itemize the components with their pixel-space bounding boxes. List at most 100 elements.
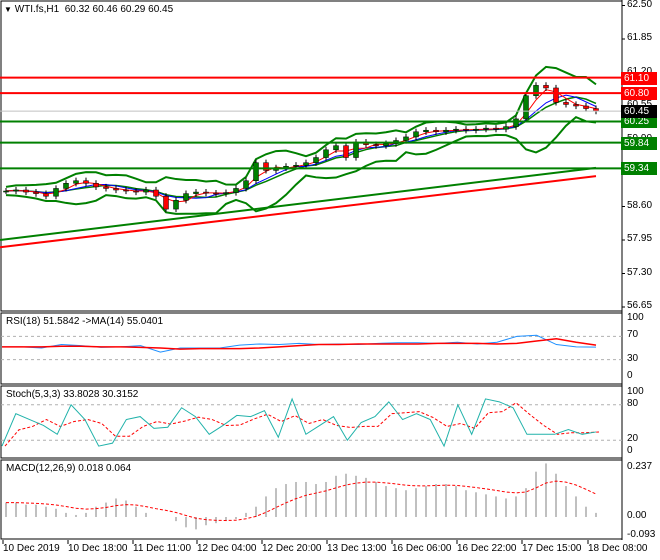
candle-body xyxy=(293,165,299,167)
candle-body xyxy=(203,191,209,194)
candle-body xyxy=(583,105,589,109)
rsi-tick: 70 xyxy=(627,329,639,341)
candle-body xyxy=(543,85,549,89)
candle-body xyxy=(83,180,89,184)
stoch-tick: 20 xyxy=(627,433,639,445)
candle-body xyxy=(473,128,479,131)
candle-body xyxy=(183,193,189,201)
candle-body xyxy=(43,193,49,197)
price-tick: 57.30 xyxy=(627,266,653,278)
candle-body xyxy=(193,191,199,194)
level-label: 61.10 xyxy=(621,71,657,85)
candle-body xyxy=(103,186,109,189)
rsi-tick: 30 xyxy=(627,352,639,364)
level-label: 60.80 xyxy=(621,87,657,101)
candle-body xyxy=(123,189,129,192)
candle-body xyxy=(573,104,579,107)
price-tick: 58.60 xyxy=(627,199,653,211)
macd-tick: 0.00 xyxy=(627,510,647,521)
candle-body xyxy=(433,129,439,133)
candle-body xyxy=(503,126,509,130)
time-label: 17 Dec 15:00 xyxy=(522,543,582,554)
level-label: 59.34 xyxy=(621,162,657,176)
stoch-tick: 100 xyxy=(627,386,644,397)
candle-body xyxy=(33,191,39,194)
candle-body xyxy=(53,188,59,197)
candle-body xyxy=(333,145,339,151)
candle-body xyxy=(373,144,379,146)
candle-body xyxy=(303,162,309,166)
candle-body xyxy=(3,190,9,193)
current-price-label: 60.45 xyxy=(621,105,657,119)
stoch-tick: 80 xyxy=(627,397,639,409)
level-label: 59.84 xyxy=(621,136,657,150)
candle-body xyxy=(13,189,19,192)
candle-body xyxy=(563,102,569,105)
candle-body xyxy=(523,95,529,120)
time-label: 12 Dec 04:00 xyxy=(197,543,257,554)
stoch-main-line xyxy=(1,397,597,448)
candle-body xyxy=(423,129,429,133)
price-tick: 57.95 xyxy=(627,233,653,244)
candle-body xyxy=(213,192,219,195)
time-label: 13 Dec 13:00 xyxy=(327,543,387,554)
symbol-label: WTI.fs,H1 xyxy=(14,4,60,15)
candle-body xyxy=(453,128,459,131)
candle-body xyxy=(353,141,359,158)
candle-body xyxy=(233,188,239,193)
candle-body xyxy=(313,157,319,163)
candle-body xyxy=(483,127,489,130)
time-label: 10 Dec 18:00 xyxy=(68,543,128,554)
macd-tick: 0.237 xyxy=(627,461,653,473)
candle-body xyxy=(73,180,79,184)
price-tick: 56.65 xyxy=(627,300,653,311)
candle-body xyxy=(443,129,449,133)
rsi-tick: 100 xyxy=(627,312,644,323)
candle-body xyxy=(143,189,149,193)
candle-body xyxy=(553,87,559,103)
rsi-title: RSI(18) 51.5842 ->MA(14) 55.0401 xyxy=(6,316,164,327)
rsi-ma-line xyxy=(2,337,597,350)
macd-tick: -0.093 xyxy=(627,529,656,541)
time-label: 11 Dec 11:00 xyxy=(133,543,192,554)
candle-body xyxy=(63,183,69,189)
candle-body xyxy=(133,190,139,193)
candle-body xyxy=(383,143,389,146)
candle-body xyxy=(493,127,499,130)
time-label: 18 Dec 08:00 xyxy=(588,543,648,554)
time-label: 16 Dec 22:00 xyxy=(457,543,517,554)
price-tick: 62.50 xyxy=(627,0,653,10)
candle-body xyxy=(173,200,179,210)
candle-body xyxy=(463,128,469,131)
ma-blue-line xyxy=(5,94,597,199)
candle-body xyxy=(23,189,29,193)
panel-border xyxy=(0,0,623,312)
candle-body xyxy=(113,188,119,191)
price-tick: 61.85 xyxy=(627,32,653,43)
candle-body xyxy=(533,85,539,96)
candle-body xyxy=(413,131,419,138)
stoch-title: Stoch(5,3,3) 33.8028 30.3152 xyxy=(6,389,139,400)
macd-signal-line xyxy=(6,480,597,522)
dropdown-triangle-icon[interactable]: ▼ xyxy=(4,5,12,14)
time-label: 16 Dec 06:00 xyxy=(392,543,452,554)
candle-body xyxy=(513,118,519,127)
candle-body xyxy=(343,145,349,158)
candle-body xyxy=(243,180,249,189)
ohlc-values: 60.32 60.46 60.29 60.45 xyxy=(64,4,174,15)
macd-title: MACD(12,26,9) 0.018 0.064 xyxy=(6,463,132,474)
chart-window: ▼ WTI.fs,H1 60.32 60.46 60.29 60.45 RSI(… xyxy=(0,0,660,560)
candle-body xyxy=(93,183,99,188)
stoch-tick: 0 xyxy=(627,445,633,456)
candle-body xyxy=(403,136,409,141)
candle-body xyxy=(253,162,259,181)
candle-body xyxy=(153,189,159,197)
long-ma-line xyxy=(0,166,597,241)
main-title: ▼ WTI.fs,H1 60.32 60.46 60.29 60.45 xyxy=(4,4,173,15)
bollinger-middle xyxy=(5,96,597,199)
candle-body xyxy=(223,192,229,194)
rsi-tick: 0 xyxy=(627,370,633,381)
time-label: 10 Dec 2019 xyxy=(3,543,60,554)
candle-body xyxy=(323,149,329,158)
chart-canvas[interactable] xyxy=(0,0,660,560)
